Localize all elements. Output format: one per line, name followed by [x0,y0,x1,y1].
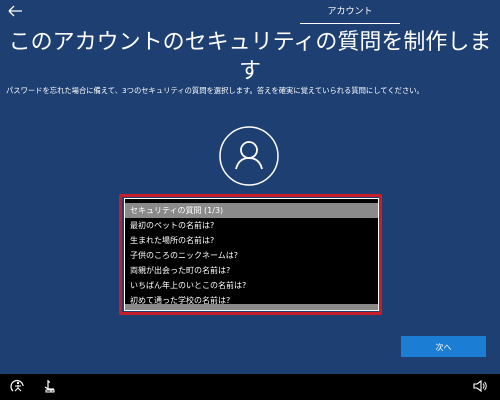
dropdown-option[interactable]: 両親が出会った町の名前は? [125,263,378,278]
page-description: パスワードを忘れた場合に備えて、3つのセキュリティの質問を選択します。答えを確実… [6,86,424,95]
dropdown-option[interactable]: 最初のペットの名前は? [125,218,378,233]
security-question-dropdown[interactable]: セキュリティの質問 (1/3) 最初のペットの名前は? 生まれた場所の名前は? … [124,198,379,311]
dropdown-option[interactable]: 生まれた場所の名前は? [125,233,378,248]
dropdown-option[interactable]: 子供のころのニックネームは? [125,248,378,263]
page-title: このアカウントのセキュリティの質問を制作します [8,30,492,84]
volume-icon[interactable] [472,378,488,394]
accessibility-input-icon[interactable] [42,378,58,394]
bottom-bar [0,374,500,400]
tab-underline [300,23,400,24]
tab-account[interactable]: アカウント [300,0,400,22]
user-icon [218,125,280,187]
ease-of-access-icon[interactable] [10,378,26,394]
next-button[interactable]: 次へ [401,336,486,357]
back-arrow-icon[interactable] [6,2,24,20]
top-bar [0,0,500,26]
dropdown-option[interactable]: いちばん年上のいとこの名前は? [125,278,378,293]
dropdown-option-placeholder[interactable]: セキュリティの質問 (1/3) [125,203,378,218]
dropdown-scrollbar[interactable] [125,304,378,310]
